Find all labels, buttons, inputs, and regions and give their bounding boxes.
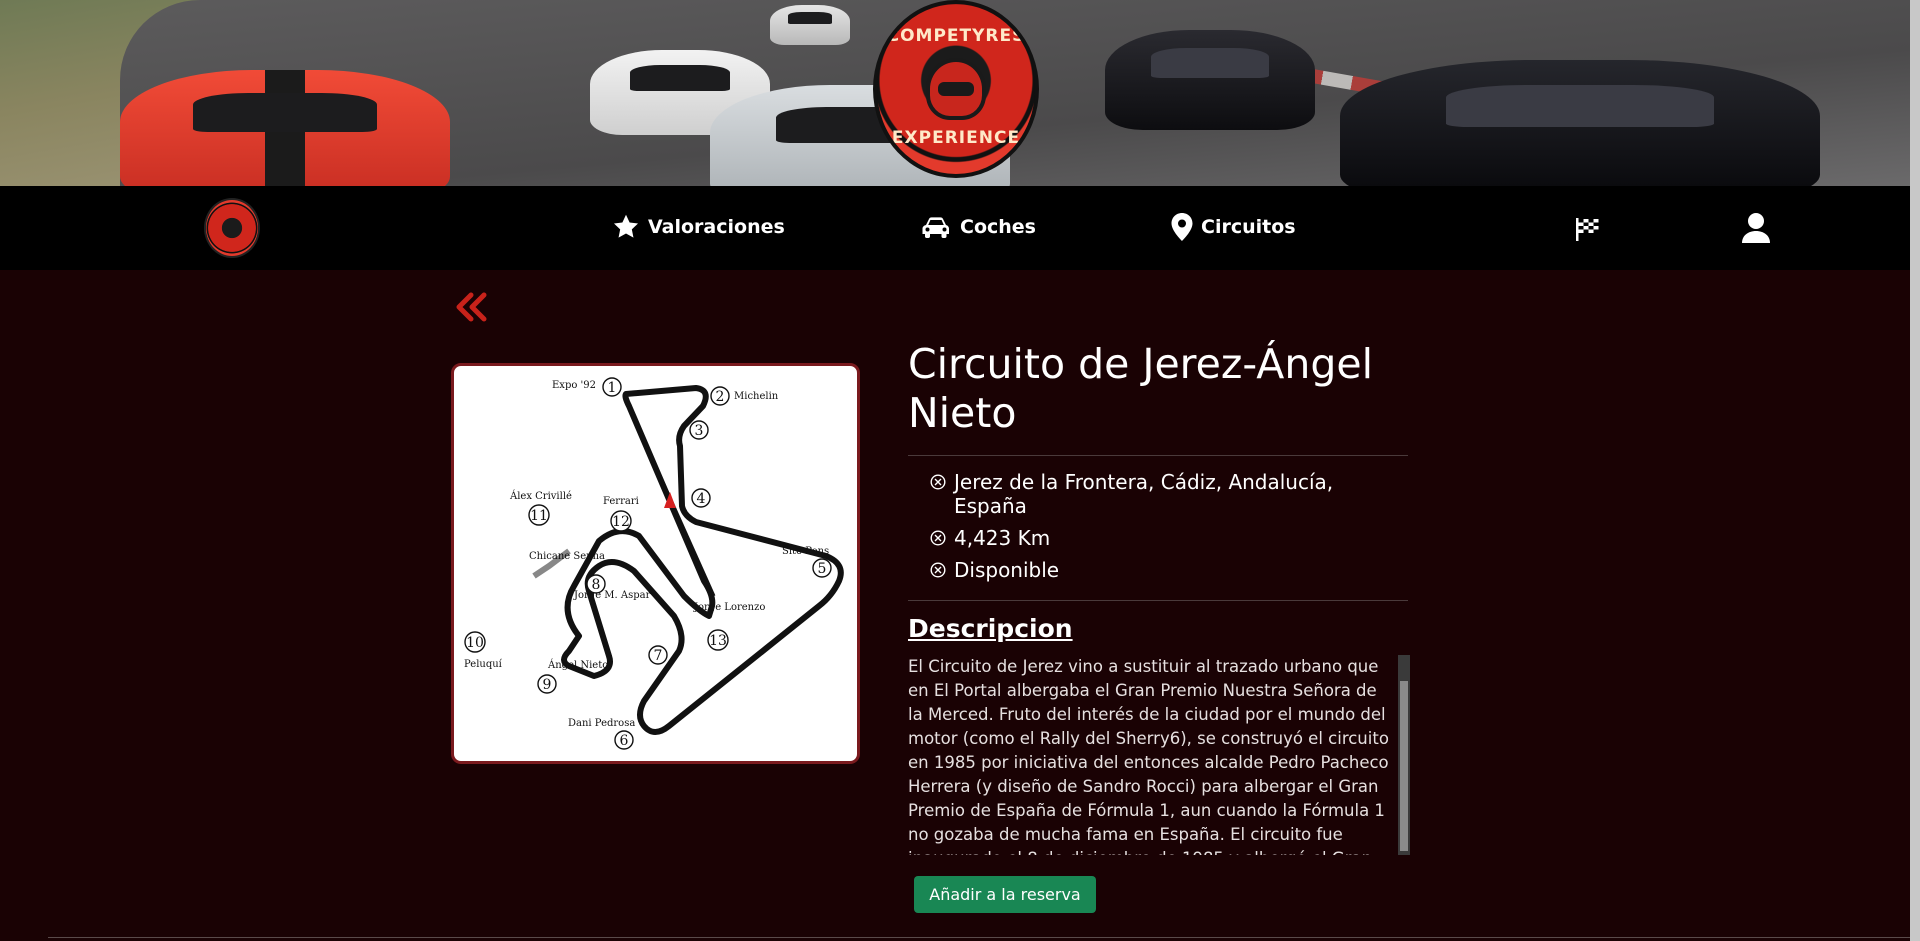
description-heading: Descripcion [908,614,1073,643]
turn-number: 7 [654,648,663,664]
fact-location: Jerez de la Frontera, Cádiz, Andalucía, … [930,470,1400,518]
turn-label: Dani Pedrosa [568,718,635,729]
footer-divider [48,937,1910,938]
double-chevron-left-icon [456,292,487,322]
map-pin-icon [1171,213,1193,241]
circle-x-icon [930,562,946,578]
turn-label: Jorge Lorenzo [693,602,765,613]
turn-label: Ferrari [603,496,639,507]
turn-number: 12 [612,514,630,530]
hero-banner: COMPETYRES EXPERIENCE [0,0,1910,186]
turn-number: 4 [697,491,706,507]
turn-number: 3 [695,423,704,439]
turn-number: 10 [466,635,484,651]
turn-number: 11 [530,508,548,524]
turn-label: Sito Pons [782,546,829,557]
nav-item-circuitos[interactable]: Circuitos [1171,210,1296,244]
circuit-map: 1 2 3 4 5 6 7 8 9 10 11 12 13 Expo '92 M… [451,363,860,764]
checkered-flag-icon[interactable] [1574,216,1600,242]
turn-label: Peluquí [464,659,503,670]
turn-number: 6 [620,733,629,749]
turn-label: Michelin [734,391,779,402]
turn-label: Álex Crivillé [509,490,572,502]
nav-label-circuitos: Circuitos [1201,216,1296,238]
helmet-icon [926,58,986,120]
turn-label: Ángel Nieto [547,659,608,671]
fact-length: 4,423 Km [930,526,1400,550]
page-title: Circuito de Jerez-Ángel Nieto [908,340,1373,437]
turn-number: 2 [716,389,725,405]
banner-car-black [1105,30,1315,130]
nav-label-coches: Coches [960,216,1036,238]
turn-label-chicane: Chicane Senna [529,551,605,562]
navbar: Valoraciones Coches Circuitos [0,186,1910,270]
circuit-facts: Jerez de la Frontera, Cádiz, Andalucía, … [930,470,1400,590]
nav-logo[interactable] [204,198,260,258]
circle-x-icon [930,474,946,490]
fact-availability-text: Disponible [954,558,1060,582]
track-outline [561,385,844,735]
divider [908,600,1408,601]
star-icon [613,214,639,238]
nav-item-valoraciones[interactable]: Valoraciones [612,210,785,244]
turn-number: 5 [818,561,827,577]
banner-car-silver-small [770,5,850,45]
description-scrollbar[interactable] [1398,655,1410,855]
turn-number: 13 [709,633,727,649]
banner-car-red [120,70,450,186]
add-to-reservation-button[interactable]: Añadir a la reserva [914,876,1096,913]
nav-item-coches[interactable]: Coches [920,210,1036,244]
turn-label: Expo '92 [552,380,596,391]
fact-location-text: Jerez de la Frontera, Cádiz, Andalucía, … [954,470,1334,518]
back-button[interactable] [455,290,491,330]
brand-logo-text-bottom: EXPERIENCE [891,128,1021,148]
turn-label: Jorge M. Aspar [573,590,651,601]
nav-label-valoraciones: Valoraciones [648,216,785,238]
fact-length-text: 4,423 Km [954,526,1051,550]
circle-x-icon [930,530,946,546]
user-icon[interactable] [1741,212,1771,244]
brand-logo-text-top: COMPETYRES [886,26,1026,46]
banner-car-black-large [1340,60,1820,186]
car-icon [922,217,949,238]
description-text[interactable]: El Circuito de Jerez vino a sustituir al… [908,655,1410,855]
turn-number: 1 [608,380,617,396]
turn-number: 9 [543,677,552,693]
brand-logo-large: COMPETYRES EXPERIENCE [873,0,1039,178]
divider [908,455,1408,456]
scrollbar-thumb[interactable] [1400,681,1408,851]
page-scrollbar[interactable] [1910,0,1920,941]
fact-availability: Disponible [930,558,1400,582]
circuit-map-drawing: 1 2 3 4 5 6 7 8 9 10 11 12 13 Expo '92 M… [464,377,844,750]
